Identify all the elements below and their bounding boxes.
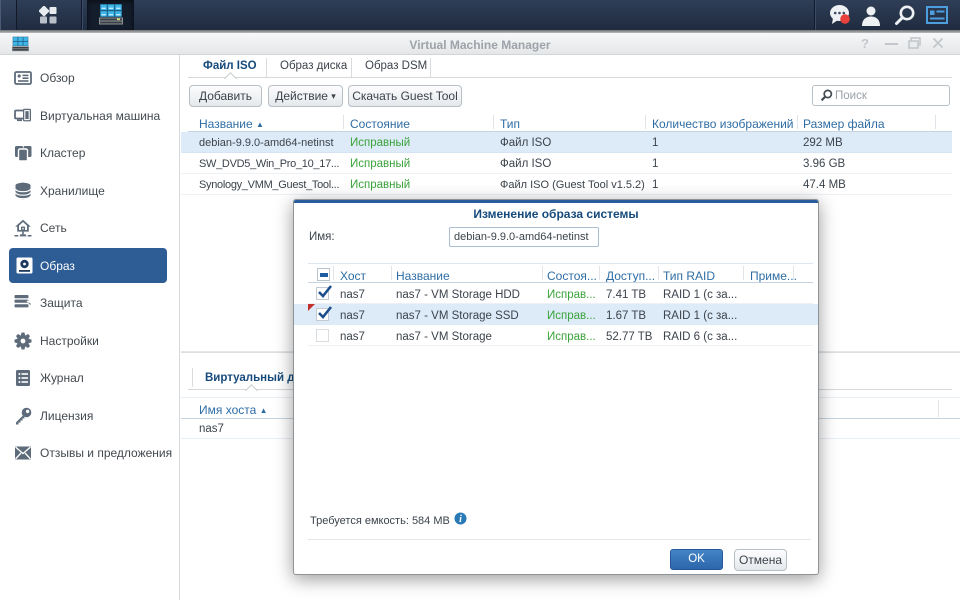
svg-text:i: i (459, 514, 462, 525)
